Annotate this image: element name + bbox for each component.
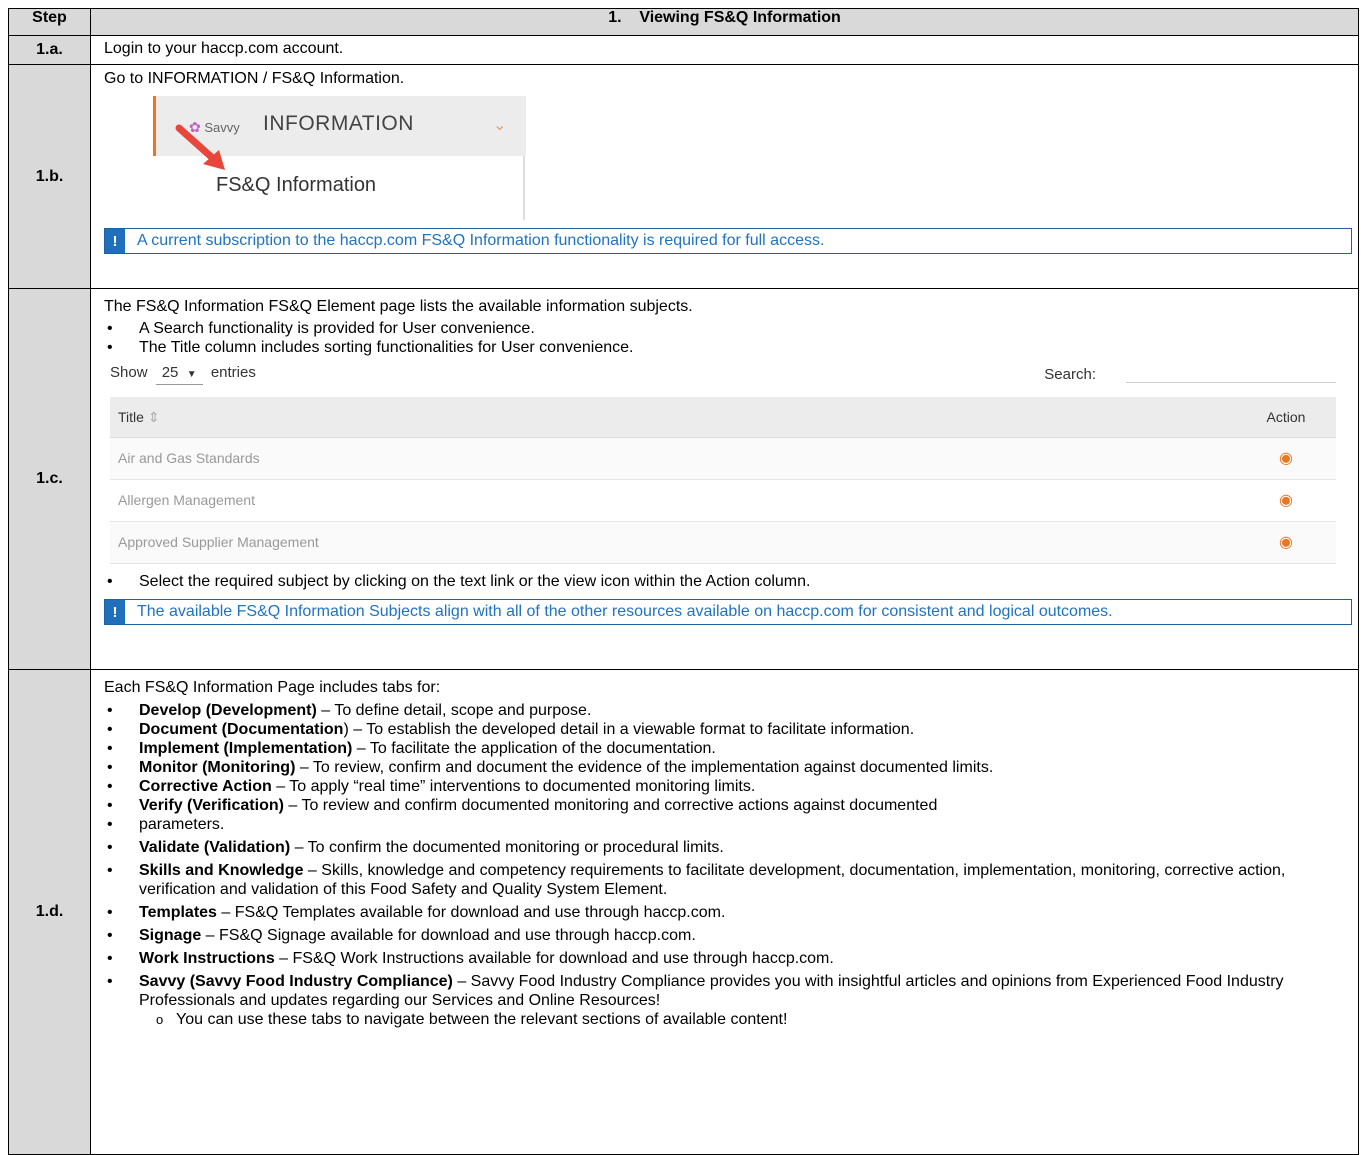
eye-icon[interactable]: ◉ [1236, 449, 1336, 468]
bullet-item: Savvy (Savvy Food Industry Compliance) –… [104, 972, 1352, 1010]
step-label: 1.d. [8, 669, 91, 1155]
tab-name: Savvy (Savvy Food Industry Compliance) [139, 973, 453, 990]
tab-name: Verify (Verification) [139, 797, 284, 814]
bullet-item: Corrective Action – To apply “real time”… [104, 777, 1352, 796]
tab-description: – To apply “real time” interventions to … [271, 778, 756, 795]
page-length-select[interactable]: 25 ▼ [155, 363, 203, 385]
sort-icon[interactable]: ⇕ [148, 409, 160, 425]
tab-description: – To define detail, scope and purpose. [316, 702, 592, 719]
step-header: Step [8, 8, 91, 36]
tab-description: – Skills, knowledge and competency requi… [139, 862, 1286, 898]
bullet-item: Signage – FS&Q Signage available for dow… [104, 926, 1352, 945]
note-text: A current subscription to the haccp.com … [137, 232, 825, 249]
subject-link[interactable]: Air and Gas Standards [110, 449, 1236, 468]
note-text: The available FS&Q Information Subjects … [137, 603, 1113, 620]
tab-name: Skills and Knowledge [139, 862, 304, 879]
pointer-arrow-icon [175, 124, 225, 170]
caret-down-icon: ▼ [186, 369, 197, 380]
tab-name: Document (Documentation [139, 721, 344, 738]
bullet-item: parameters. [104, 815, 1352, 834]
subject-link[interactable]: Approved Supplier Management [110, 533, 1236, 552]
step-text: Each FS&Q Information Page includes tabs… [104, 679, 441, 696]
chevron-down-icon: ⌄ [493, 117, 507, 134]
bullet-item: Monitor (Monitoring) – To review, confir… [104, 758, 1352, 777]
table-row: Air and Gas Standards ◉ [110, 438, 1336, 480]
bullet-item: Document (Documentation) – To establish … [104, 720, 1352, 739]
tab-name: Validate (Validation) [139, 839, 291, 856]
step-label: 1.a. [8, 35, 91, 65]
bullet-item: Skills and Knowledge – Skills, knowledge… [104, 861, 1352, 899]
bullet-item: Implement (Implementation) – To facilita… [104, 739, 1352, 758]
eye-icon[interactable]: ◉ [1236, 491, 1336, 510]
menu-label: INFORMATION [263, 112, 414, 135]
page-length-control: Show 25 ▼ entries [110, 363, 256, 385]
bullet-item: Verify (Verification) – To review and co… [104, 796, 1352, 815]
eye-icon[interactable]: ◉ [1236, 533, 1336, 552]
bullet-item: Develop (Development) – To define detail… [104, 701, 1352, 720]
tab-name: Monitor (Monitoring) [139, 759, 296, 776]
row-1b: 1.b. Go to INFORMATION / FS&Q Informatio… [8, 64, 1359, 289]
step-label: 1.b. [8, 64, 91, 289]
bullet-item: Select the required subject by clicking … [104, 572, 1352, 591]
sub-bullet-item: You can use these tabs to navigate betwe… [104, 1010, 1352, 1029]
section-title: 1. Viewing FS&Q Information [90, 8, 1359, 36]
bullet-item: Templates – FS&Q Templates available for… [104, 903, 1352, 922]
tab-description-list: Develop (Development) – To define detail… [104, 701, 1352, 1010]
tab-description: – FS&Q Templates available for download … [216, 904, 726, 921]
action-column-header: Action [1266, 408, 1306, 425]
tab-description: parameters. [139, 816, 225, 833]
tab-description: – To review and confirm documented monit… [283, 797, 938, 814]
row-1d: 1.d. Each FS&Q Information Page includes… [8, 669, 1359, 1155]
step-text: The FS&Q Information FS&Q Element page l… [104, 298, 693, 315]
search-label: Search: [1044, 366, 1096, 383]
tab-name: Corrective Action [139, 778, 272, 795]
bullet-item: Validate (Validation) – To confirm the d… [104, 838, 1352, 857]
menu-screenshot: ✿ Savvy INFORMATION ⌄ FS&Q Information [153, 96, 526, 220]
note-box: ! The available FS&Q Information Subject… [104, 599, 1352, 625]
note-box: ! A current subscription to the haccp.co… [104, 228, 1352, 254]
tab-description: ) – To establish the developed detail in… [343, 721, 915, 738]
bullet-item: The Title column includes sorting functi… [104, 338, 1352, 357]
exclamation-icon: ! [105, 229, 125, 253]
exclamation-icon: ! [105, 600, 125, 624]
tab-name: Templates [139, 904, 217, 921]
table-row: Approved Supplier Management ◉ [110, 522, 1336, 564]
bullet-item: A Search functionality is provided for U… [104, 319, 1352, 338]
tab-description: – To review, confirm and document the ev… [295, 759, 994, 776]
tab-name: Work Instructions [139, 950, 275, 967]
tab-name: Implement (Implementation) [139, 740, 353, 757]
procedure-table: Step 1. Viewing FS&Q Information 1.a. Lo… [8, 8, 1359, 1155]
tab-description: – FS&Q Work Instructions available for d… [274, 950, 834, 967]
step-text: Login to your haccp.com account. [90, 35, 1359, 65]
row-1a: 1.a. Login to your haccp.com account. [8, 35, 1359, 65]
title-column-header[interactable]: Title [118, 409, 144, 425]
table-header: Title ⇕ Action [110, 397, 1336, 438]
step-label: 1.c. [8, 288, 91, 670]
step-text: Go to INFORMATION / FS&Q Information. [104, 70, 405, 87]
tab-name: Signage [139, 927, 202, 944]
tab-description: – FS&Q Signage available for download an… [201, 927, 696, 944]
table-row: Allergen Management ◉ [110, 480, 1336, 522]
search-input[interactable] [1126, 381, 1336, 383]
tab-description: – To confirm the documented monitoring o… [290, 839, 724, 856]
tab-description: – To facilitate the application of the d… [352, 740, 716, 757]
row-1c: 1.c. The FS&Q Information FS&Q Element p… [8, 288, 1359, 670]
subjects-table-screenshot: Show 25 ▼ entries Search: Title ⇕ Action… [110, 357, 1336, 564]
submenu-label: FS&Q Information [216, 174, 377, 196]
header-row: Step 1. Viewing FS&Q Information [8, 8, 1359, 36]
subject-link[interactable]: Allergen Management [110, 491, 1236, 510]
tab-name: Develop (Development) [139, 702, 317, 719]
bullet-item: Work Instructions – FS&Q Work Instructio… [104, 949, 1352, 968]
